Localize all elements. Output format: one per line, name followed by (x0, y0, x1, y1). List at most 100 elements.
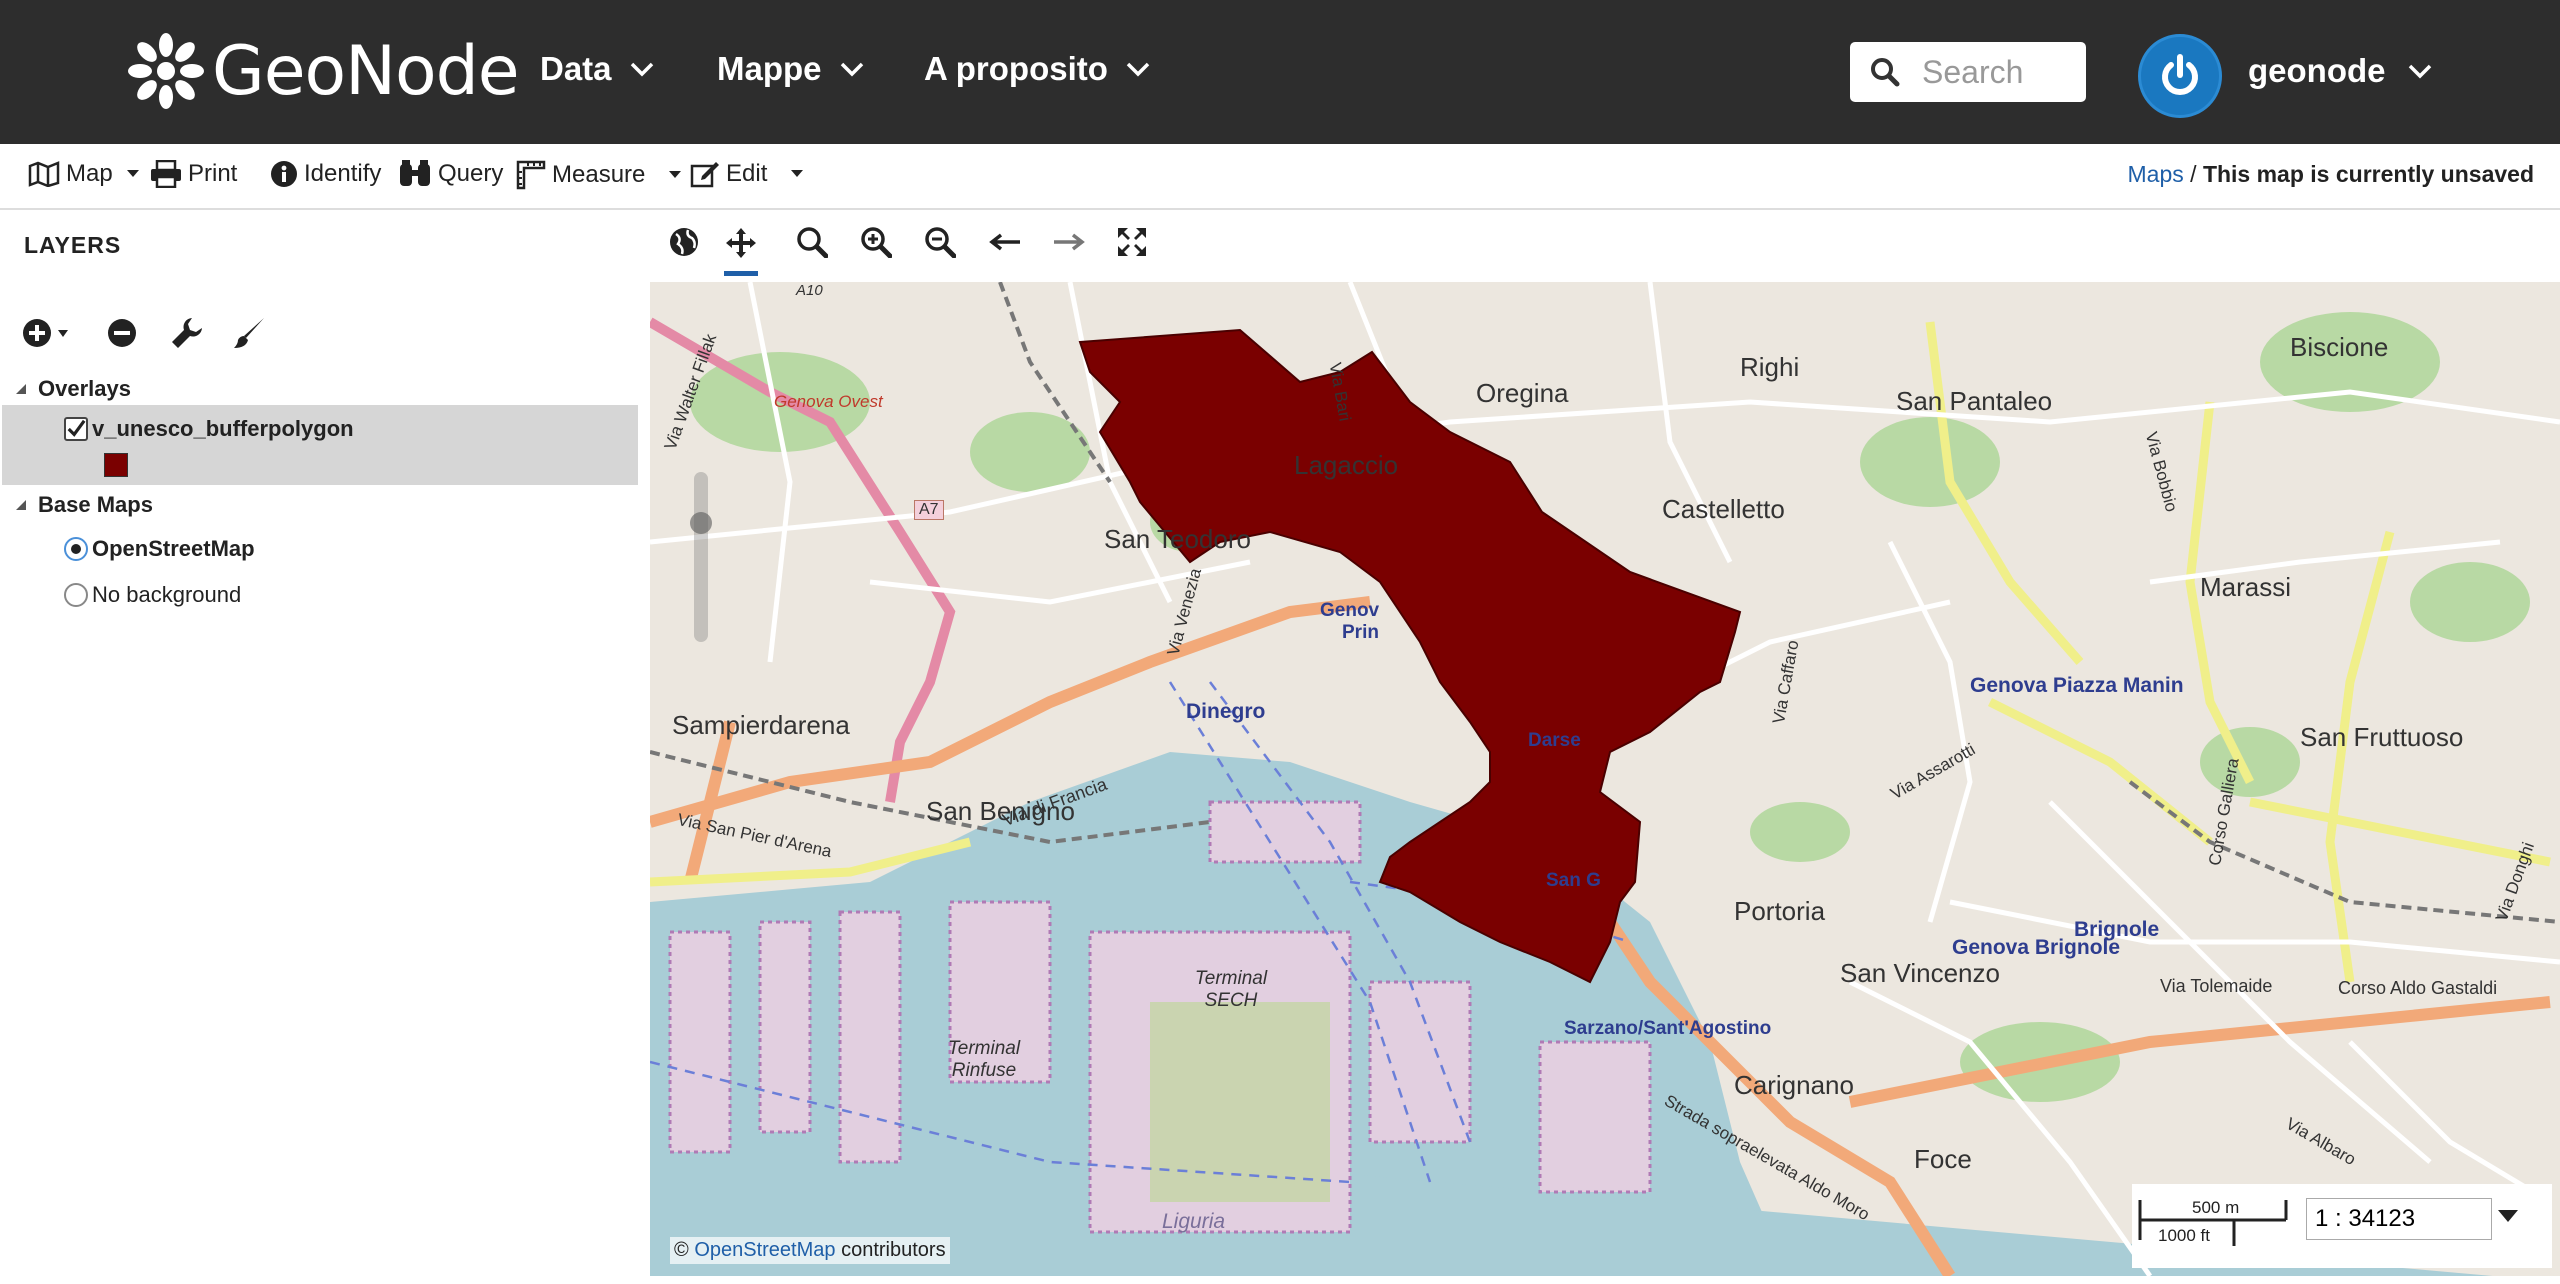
map-menu-label: Map (66, 160, 113, 187)
map-label: Biscione (2290, 332, 2389, 362)
chevron-down-icon (1126, 62, 1150, 77)
query-label: Query (438, 160, 504, 187)
chevron-down-icon (630, 62, 653, 77)
caret-down-icon[interactable] (2498, 1210, 2518, 1224)
attribution-copyright: © (674, 1239, 689, 1261)
nav-mappe-label: Mappe (717, 50, 822, 87)
layers-panel: LAYERS (0, 210, 650, 1284)
map-label: Prin (1342, 622, 1379, 643)
map-label: Via Albaro (2282, 1114, 2360, 1170)
measure-button[interactable]: Measure (516, 160, 687, 190)
edit-icon (690, 162, 719, 188)
triangle-down-icon (16, 384, 26, 394)
zoom-to-max-extent-button[interactable] (668, 226, 700, 263)
search-box[interactable] (1850, 42, 2086, 102)
layer-name: v_unesco_bufferpolygon (92, 416, 354, 441)
fullscreen-button[interactable] (1116, 226, 1148, 263)
edit-label: Edit (726, 160, 768, 187)
user-avatar[interactable] (2138, 34, 2222, 118)
top-navbar: GeoNode Data Mappe A proposito geonode (0, 0, 2560, 144)
map-label: Via Walter Fillak (660, 331, 721, 453)
pan-tool-button[interactable] (724, 226, 758, 276)
map-label: Carignano (1734, 1070, 1854, 1100)
basemap-none-radio[interactable] (64, 583, 88, 607)
overlays-label: Overlays (38, 376, 131, 401)
map-label: Darse (1528, 730, 1581, 751)
attribution-suffix: contributors (841, 1239, 946, 1261)
remove-layer-button[interactable] (106, 316, 138, 355)
paintbrush-icon (234, 318, 264, 348)
basemaps-label: Base Maps (38, 492, 153, 517)
map-label: Via Bobbio (2141, 429, 2182, 514)
scale-input[interactable] (2306, 1198, 2492, 1240)
layer-properties-button[interactable] (170, 316, 204, 355)
scale-control: 500 m 1000 ft (2132, 1184, 2552, 1268)
arrow-left-icon (989, 233, 1020, 251)
nav-about-label: A proposito (924, 50, 1108, 87)
map-label: Oregina (1476, 378, 1569, 408)
checkmark-icon (67, 419, 86, 437)
map-label: Liguria (1162, 1210, 1226, 1233)
map-label: Foce (1914, 1144, 1972, 1174)
minus-circle-icon (108, 319, 136, 347)
map-icon (28, 161, 60, 187)
print-button[interactable]: Print (150, 160, 237, 188)
query-button[interactable]: Query (398, 160, 503, 188)
geonode-logo[interactable]: GeoNode (126, 26, 520, 116)
scale-imperial: 1000 ft (2158, 1226, 2210, 1245)
zoom-box-button[interactable] (796, 226, 829, 263)
geonode-flower-icon (128, 33, 204, 109)
next-extent-button[interactable] (1052, 226, 1086, 263)
map-label: Genova Piazza Manin (1970, 674, 2184, 697)
previous-extent-button[interactable] (988, 226, 1022, 263)
triangle-down-icon (16, 500, 26, 510)
nav-data-menu[interactable]: Data (540, 50, 654, 88)
basemap-osm-radio[interactable] (64, 537, 88, 561)
username: geonode (2248, 52, 2386, 89)
nav-mappe-menu[interactable]: Mappe (717, 50, 864, 88)
map-label: A10 (796, 282, 823, 299)
map-label: Brignole (2074, 918, 2160, 941)
layer-legend-swatch (104, 453, 128, 477)
layer-visibility-checkbox[interactable] (64, 417, 88, 441)
zoom-slider[interactable] (694, 472, 708, 642)
breadcrumb-maps-link[interactable]: Maps (2128, 161, 2184, 187)
map-menu-button[interactable]: Map (28, 160, 145, 188)
zoom-out-button[interactable] (924, 226, 957, 263)
zoom-slider-handle[interactable] (690, 512, 712, 534)
caret-down-icon[interactable] (791, 170, 804, 178)
nav-about-menu[interactable]: A proposito (924, 50, 1150, 88)
caret-down-icon[interactable] (669, 171, 682, 179)
zoom-in-button[interactable] (860, 226, 893, 263)
user-menu[interactable]: geonode (2248, 52, 2432, 90)
magnifier-icon (797, 227, 829, 259)
attribution-osm-link[interactable]: OpenStreetMap (694, 1239, 835, 1261)
identify-button[interactable]: Identify (270, 160, 381, 188)
map-label: Via Assarotti (1887, 739, 1979, 804)
map-label: Via Venezia (1163, 566, 1206, 658)
nav-data-label: Data (540, 50, 612, 87)
map-viewport[interactable]: Oregina Righi San Pantaleo Biscione Laga… (650, 282, 2560, 1276)
basemaps-group[interactable]: Base Maps (14, 492, 153, 518)
basemap-osm[interactable]: OpenStreetMap (64, 536, 255, 562)
map-label: Via San Pier d'Arena (675, 809, 834, 862)
map-label: San Benigno (926, 796, 1075, 826)
zoom-in-icon (861, 227, 893, 259)
search-icon (1871, 58, 1900, 87)
add-layer-button[interactable] (22, 316, 72, 355)
map-label: Castelletto (1662, 494, 1785, 524)
edit-button[interactable]: Edit (690, 160, 809, 188)
map-labels: Oregina Righi San Pantaleo Biscione Laga… (650, 282, 2560, 1276)
map-label: Via Caffaro (1769, 638, 1803, 726)
basemap-none[interactable]: No background (64, 582, 241, 608)
map-label: Portoria (1734, 896, 1826, 926)
layer-style-button[interactable] (232, 316, 266, 355)
zoom-out-icon (925, 227, 957, 259)
map-label: San Pantaleo (1896, 386, 2053, 416)
layer-item[interactable]: v_unesco_bufferpolygon (64, 416, 354, 442)
breadcrumb: Maps / This map is currently unsaved (2128, 161, 2534, 188)
map-label: San Fruttuoso (2300, 722, 2464, 752)
search-input[interactable] (1922, 53, 2082, 91)
overlays-group[interactable]: Overlays (14, 376, 131, 402)
scale-metric: 500 m (2192, 1198, 2240, 1217)
